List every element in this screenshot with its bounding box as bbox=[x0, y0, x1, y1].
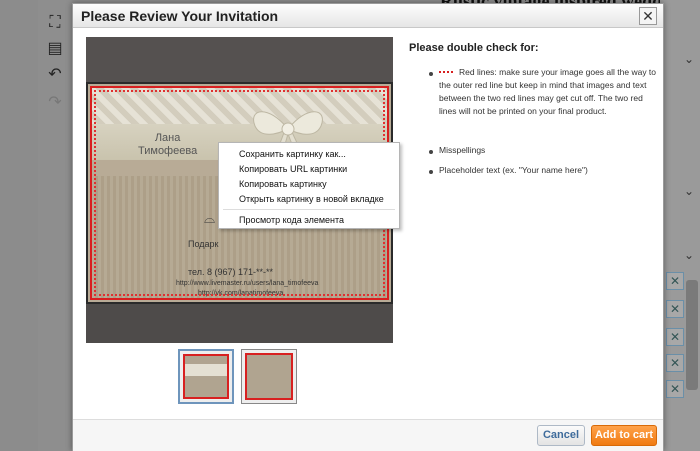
ctx-inspect-element[interactable]: Просмотр кода элемента bbox=[239, 213, 344, 227]
thumbnail-front-image bbox=[183, 354, 229, 399]
cancel-button[interactable]: Cancel bbox=[537, 425, 585, 446]
thumbnail-front[interactable] bbox=[178, 349, 234, 404]
checklist-item-misspellings: Misspellings bbox=[439, 145, 486, 155]
remove-icon[interactable]: ✕ bbox=[666, 354, 684, 372]
remove-icon[interactable]: ✕ bbox=[666, 272, 684, 290]
checklist-item-red-lines-text: Red lines: make sure your image goes all… bbox=[439, 67, 657, 116]
layers-icon[interactable]: ▤ bbox=[44, 38, 66, 60]
checklist-item-red-lines: Red lines: make sure your image goes all… bbox=[439, 66, 659, 118]
chevron-down-icon[interactable]: ⌄ bbox=[684, 248, 694, 262]
remove-icon[interactable]: ✕ bbox=[666, 300, 684, 318]
checklist-title: Please double check for: bbox=[409, 42, 539, 54]
bullet bbox=[429, 150, 433, 154]
ctx-save-image-as[interactable]: Сохранить картинку как... bbox=[239, 147, 346, 161]
bullet bbox=[429, 72, 433, 76]
chevron-down-icon[interactable]: ⌄ bbox=[684, 52, 694, 66]
thumbnail-back-image bbox=[245, 353, 293, 400]
dialog-title: Please Review Your Invitation bbox=[81, 8, 279, 24]
dialog-header: Please Review Your Invitation ✕ bbox=[73, 4, 663, 28]
remove-icon[interactable]: ✕ bbox=[666, 328, 684, 346]
fit-icon[interactable]: ⛶ bbox=[44, 12, 66, 34]
review-invitation-dialog: Please Review Your Invitation ✕ Лана Тим… bbox=[72, 3, 664, 451]
preview-bottom-strip bbox=[86, 304, 393, 343]
close-icon[interactable]: ✕ bbox=[639, 7, 657, 25]
red-line-sample-icon bbox=[439, 70, 453, 73]
remove-icon[interactable]: ✕ bbox=[666, 380, 684, 398]
chevron-down-icon[interactable]: ⌄ bbox=[684, 184, 694, 198]
thumbnail-back[interactable] bbox=[241, 349, 297, 404]
bullet bbox=[429, 170, 433, 174]
thumbnail-lace bbox=[185, 364, 227, 376]
ctx-copy-image[interactable]: Копировать картинку bbox=[239, 177, 327, 191]
context-menu: Сохранить картинку как... Копировать URL… bbox=[218, 142, 400, 229]
add-to-cart-button[interactable]: Add to cart bbox=[591, 425, 657, 446]
ctx-open-image-new-tab[interactable]: Открыть картинку в новой вкладке bbox=[239, 192, 384, 206]
undo-icon[interactable]: ↶ bbox=[44, 64, 66, 86]
checklist-item-placeholder: Placeholder text (ex. "Your name here") bbox=[439, 165, 588, 175]
scrollbar[interactable] bbox=[686, 280, 698, 390]
context-menu-divider bbox=[223, 209, 395, 210]
ctx-copy-image-url[interactable]: Копировать URL картинки bbox=[239, 162, 347, 176]
redo-icon[interactable]: ↷ bbox=[44, 92, 66, 114]
dialog-footer: Cancel Add to cart bbox=[73, 419, 663, 451]
